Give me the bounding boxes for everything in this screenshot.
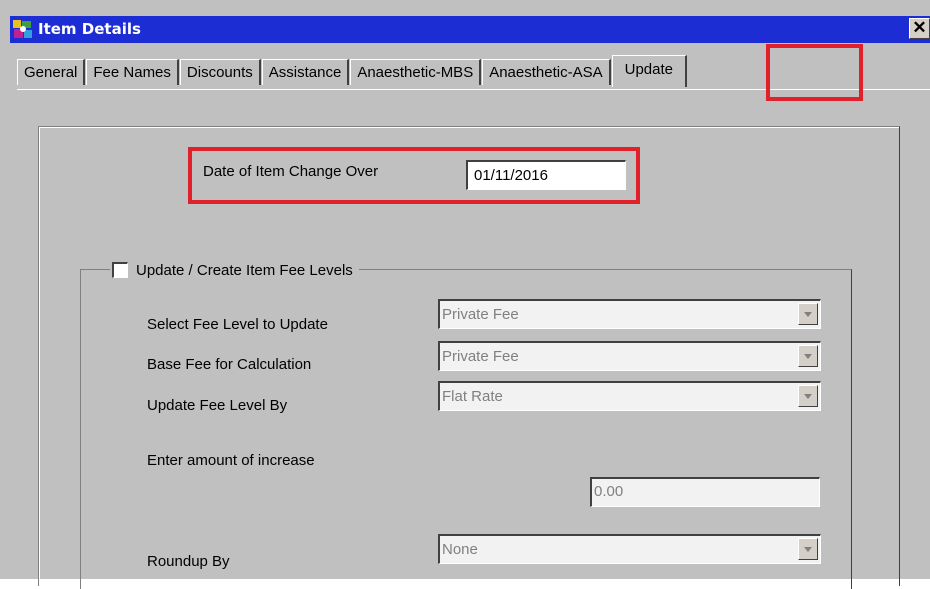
roundup-value: None xyxy=(442,541,478,558)
roundup-label: Roundup By xyxy=(147,553,230,570)
update-fee-levels-checkbox[interactable] xyxy=(112,262,128,278)
window-title: Item Details xyxy=(38,20,141,38)
tab-update[interactable]: Update xyxy=(611,55,687,87)
increase-amount-input[interactable]: 0.00 xyxy=(590,477,820,507)
select-fee-level-value: Private Fee xyxy=(442,306,519,323)
tab-strip: General Fee Names Discounts Assistance A… xyxy=(17,55,688,87)
increase-amount-label: Enter amount of increase xyxy=(147,452,315,469)
update-by-value: Flat Rate xyxy=(442,388,503,405)
tab-assistance[interactable]: Assistance xyxy=(261,59,350,85)
roundup-combo[interactable]: None xyxy=(438,534,821,564)
update-tab-highlight xyxy=(766,44,863,101)
update-by-label: Update Fee Level By xyxy=(147,397,288,414)
tab-fee-names[interactable]: Fee Names xyxy=(86,59,179,85)
tab-discounts[interactable]: Discounts xyxy=(179,59,261,85)
changeover-date-highlight xyxy=(188,147,640,204)
update-fee-levels-label: Update / Create Item Fee Levels xyxy=(136,261,353,279)
chevron-down-icon[interactable] xyxy=(798,538,818,560)
close-button[interactable]: ✕ xyxy=(909,18,930,39)
select-fee-level-combo[interactable]: Private Fee xyxy=(438,299,821,329)
tab-anaesthetic-mbs[interactable]: Anaesthetic-MBS xyxy=(350,59,482,85)
chevron-down-icon[interactable] xyxy=(798,385,818,407)
select-fee-level-label: Select Fee Level to Update xyxy=(147,316,328,333)
base-fee-value: Private Fee xyxy=(442,348,519,365)
base-fee-combo[interactable]: Private Fee xyxy=(438,341,821,371)
title-bar[interactable]: Item Details ✕ xyxy=(10,16,930,43)
close-icon: ✕ xyxy=(912,18,927,37)
chevron-down-icon[interactable] xyxy=(798,303,818,325)
app-icon xyxy=(13,20,32,38)
tab-general[interactable]: General xyxy=(17,59,86,85)
chevron-down-icon[interactable] xyxy=(798,345,818,367)
update-by-combo[interactable]: Flat Rate xyxy=(438,381,821,411)
base-fee-label: Base Fee for Calculation xyxy=(147,356,312,373)
item-details-window: Item Details ✕ General Fee Names Discoun… xyxy=(0,0,930,589)
fee-levels-legend: Update / Create Item Fee Levels xyxy=(110,259,359,281)
dialog-client: General Fee Names Discounts Assistance A… xyxy=(10,43,930,589)
tab-anaesthetic-asa[interactable]: Anaesthetic-ASA xyxy=(482,59,611,85)
